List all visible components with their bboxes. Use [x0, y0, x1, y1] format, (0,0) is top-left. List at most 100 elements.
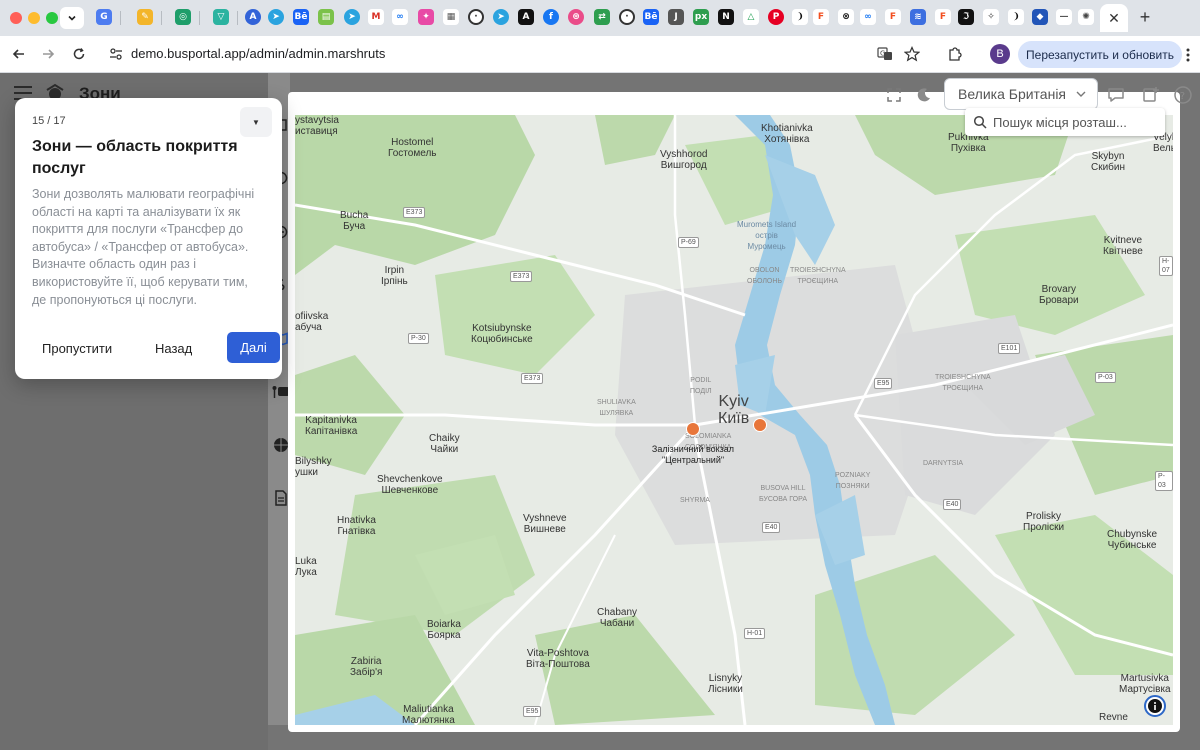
fullscreen-button[interactable]	[883, 84, 905, 106]
road-shield: H-01	[744, 628, 766, 639]
relaunch-update-button[interactable]: Перезапустить и обновить	[1018, 41, 1182, 68]
tab-icon-translate[interactable]: G	[96, 9, 112, 25]
tab-icon-app[interactable]: ▤	[318, 9, 334, 25]
tab-icon-app[interactable]: ≋	[910, 9, 926, 25]
tab-icon-app[interactable]: ✎	[137, 9, 153, 25]
browser-tab-bar: G ✎ ◎ ▽ A ➤ Bē ▤ ➤ M ∞ ✦ ▦ · ➤ A f ⊛ ⇄ ·…	[0, 0, 1200, 36]
new-tab-button[interactable]: +	[1134, 6, 1156, 28]
location-search-input[interactable]	[993, 114, 1153, 130]
road-shield: E101	[998, 343, 1021, 354]
profile-avatar[interactable]: B	[990, 44, 1010, 64]
help-button[interactable]: ?	[1172, 84, 1194, 106]
site-info-button[interactable]	[106, 44, 126, 64]
map-place-label: Muromets Island острів Муромець	[737, 220, 797, 251]
tab-icon-meta[interactable]: ∞	[860, 9, 876, 25]
map-place-label: Kotsiubynske Коцюбинське	[471, 323, 533, 345]
close-window-button[interactable]	[10, 12, 22, 24]
tab-icon-app[interactable]: ◎	[175, 9, 191, 25]
tab-icon-app[interactable]: ·	[468, 9, 484, 25]
map-district-label: PODIL ПОДІЛ	[690, 377, 712, 395]
tab-icon-app[interactable]: ✧	[983, 9, 999, 25]
bookmark-button[interactable]	[901, 43, 923, 65]
tab-icon-app[interactable]: ⇄	[594, 9, 610, 25]
translate-button[interactable]: G	[874, 43, 896, 65]
tab-icon-dribbble[interactable]: ⊛	[568, 9, 584, 25]
tour-skip-button[interactable]: Пропустити	[42, 338, 112, 358]
tab-icon-app[interactable]: A	[518, 9, 534, 25]
reload-icon	[73, 48, 85, 60]
theme-toggle-button[interactable]	[913, 84, 935, 106]
tab-icon-app[interactable]: ▦	[443, 9, 459, 25]
plus-icon: +	[1139, 6, 1151, 27]
tab-icon-app[interactable]: ◆	[1032, 9, 1048, 25]
map-city-label: Kyiv Київ	[718, 393, 750, 427]
tab-icon-app[interactable]: ⊗	[838, 9, 854, 25]
tab-icon-figma[interactable]: F	[935, 9, 951, 25]
add-panel-button[interactable]	[1140, 84, 1162, 106]
tab-search-button[interactable]	[60, 7, 84, 29]
road-shield: P-30	[408, 333, 429, 344]
tab-icon-telegram[interactable]: ➤	[268, 9, 284, 25]
tab-icon-app[interactable]: ❩	[792, 9, 808, 25]
chat-button[interactable]	[1105, 84, 1127, 106]
tab-icon-app[interactable]: ✦	[418, 9, 434, 25]
location-search[interactable]	[965, 108, 1165, 136]
tab-icon-app[interactable]: —	[1056, 9, 1072, 25]
language-select-value: Велика Британія	[958, 86, 1067, 102]
minimize-window-button[interactable]	[28, 12, 40, 24]
svg-text:?: ?	[1180, 91, 1185, 102]
tab-icon-figma[interactable]: F	[885, 9, 901, 25]
language-select[interactable]: Велика Британія	[944, 78, 1098, 110]
tour-back-button[interactable]: Назад	[155, 338, 192, 358]
close-tab-icon[interactable]: ✕	[1108, 10, 1120, 27]
road-shield: E95	[874, 378, 893, 389]
forward-button[interactable]	[36, 42, 60, 66]
browser-menu-button[interactable]	[1180, 45, 1196, 65]
tab-icon-gmail[interactable]: M	[368, 9, 384, 25]
tune-icon	[110, 48, 122, 60]
tab-icon-drive[interactable]: △	[743, 9, 759, 25]
map-place-label: Chabany Чабани	[597, 607, 638, 629]
road-shield: P-03	[1095, 372, 1116, 383]
road-shield: E373	[403, 207, 426, 218]
tab-icon-app[interactable]: ✺	[1078, 9, 1094, 25]
extensions-button[interactable]	[944, 43, 966, 65]
tab-icon-meta[interactable]: ∞	[392, 9, 408, 25]
city-center-marker[interactable]	[753, 418, 767, 432]
tab-icon-app[interactable]: px	[693, 9, 709, 25]
tab-icon-app[interactable]: ℑ	[958, 9, 974, 25]
more-vertical-icon	[1186, 48, 1190, 62]
road-shield: P-69	[678, 237, 699, 248]
tab-icon-app[interactable]: A	[245, 9, 261, 25]
map-attribution-button[interactable]	[1144, 695, 1166, 717]
caret-down-icon: ▼	[252, 117, 260, 127]
tab-icon-app[interactable]: ▽	[213, 9, 229, 25]
tab-icon-facebook[interactable]: f	[543, 9, 559, 25]
station-marker[interactable]	[686, 422, 700, 436]
map-district-label: BUSOVA HILL БУСОВА ГОРА	[759, 485, 807, 503]
tab-icon-telegram[interactable]: ➤	[493, 9, 509, 25]
tab-icon-behance[interactable]: Bē	[643, 9, 659, 25]
map-place-label: Bucha Буча	[340, 210, 369, 232]
tab-icon-figma[interactable]: F	[813, 9, 829, 25]
tab-separator	[161, 11, 162, 25]
tab-icon-behance[interactable]: Bē	[293, 9, 309, 25]
map-place-label: Kapitanivka Капітанівка	[305, 415, 358, 437]
tab-icon-app[interactable]: ❩	[1008, 9, 1024, 25]
reload-button[interactable]	[67, 42, 91, 66]
map-place-label: Revne	[1099, 712, 1128, 723]
address-bar[interactable]: demo.busportal.app/admin/admin.marshruts	[131, 46, 385, 61]
map-place-label: Vyshhorod Вишгород	[660, 149, 708, 171]
tab-icon-notion[interactable]: N	[718, 9, 734, 25]
tab-icon-pinterest[interactable]: P	[768, 9, 784, 25]
tour-collapse-button[interactable]: ▼	[240, 107, 272, 137]
tab-icon-app[interactable]: J	[668, 9, 684, 25]
active-tab[interactable]: ✕	[1100, 4, 1128, 32]
tab-icon-app[interactable]: ·	[619, 9, 635, 25]
back-button[interactable]	[7, 42, 31, 66]
maximize-window-button[interactable]	[46, 12, 58, 24]
tab-icon-telegram[interactable]: ➤	[344, 9, 360, 25]
map-place-label: ystavytsia иставиця	[295, 115, 339, 137]
tour-next-button[interactable]: Далі	[227, 332, 280, 363]
zones-map[interactable]: ystavytsia иставиця Hostomel Гостомель V…	[295, 115, 1173, 725]
